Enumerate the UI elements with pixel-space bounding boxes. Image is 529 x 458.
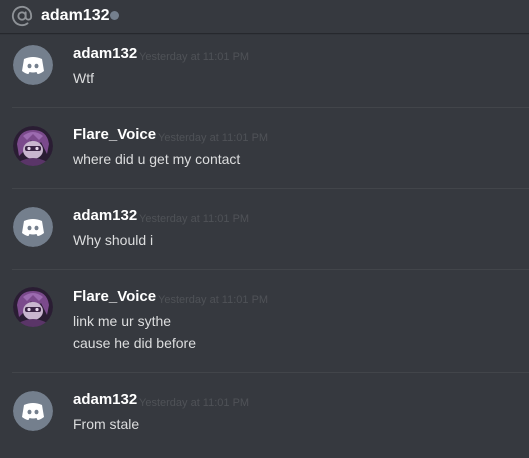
message-timestamp: Yesterday at 11:01 PM: [158, 294, 269, 306]
message-divider: [12, 372, 529, 373]
message-author[interactable]: Flare_Voice: [73, 287, 156, 307]
at-sign-icon: [11, 5, 33, 27]
message-text: cause he did before: [73, 335, 196, 351]
avatar[interactable]: [13, 391, 53, 431]
channel-header: adam132: [0, 0, 529, 33]
message-divider: [12, 107, 529, 108]
message-text: where did u get my contact: [73, 151, 241, 167]
message-author[interactable]: adam132: [73, 44, 137, 64]
message-text: Why should i: [73, 232, 154, 248]
channel-title: adam132: [41, 7, 110, 24]
dm-chat-window: adam132 adam132 Yesterday at 11:01 PM Wt…: [0, 0, 529, 458]
message-divider: [12, 188, 529, 189]
discord-default-icon: [13, 391, 53, 431]
avatar[interactable]: [13, 207, 53, 247]
message-timestamp: Yesterday at 11:01 PM: [158, 132, 269, 144]
message-timestamp: Yesterday at 11:01 PM: [139, 397, 250, 409]
avatar[interactable]: [13, 45, 53, 85]
status-indicator: [110, 11, 119, 20]
message-text: link me ur sythe: [73, 313, 172, 329]
discord-default-icon: [13, 45, 53, 85]
message-text: From stale: [73, 416, 140, 432]
message-author[interactable]: Flare_Voice: [73, 125, 156, 145]
purple-character-avatar: [13, 126, 53, 166]
message-author[interactable]: adam132: [73, 206, 137, 226]
message-text: Wtf: [73, 70, 94, 86]
message-author[interactable]: adam132: [73, 390, 137, 410]
avatar[interactable]: [13, 287, 53, 327]
discord-default-icon: [13, 207, 53, 247]
message-timestamp: Yesterday at 11:01 PM: [139, 213, 250, 225]
message-divider: [12, 269, 529, 270]
avatar[interactable]: [13, 126, 53, 166]
message-timestamp: Yesterday at 11:01 PM: [139, 51, 250, 63]
purple-character-avatar: [13, 287, 53, 327]
